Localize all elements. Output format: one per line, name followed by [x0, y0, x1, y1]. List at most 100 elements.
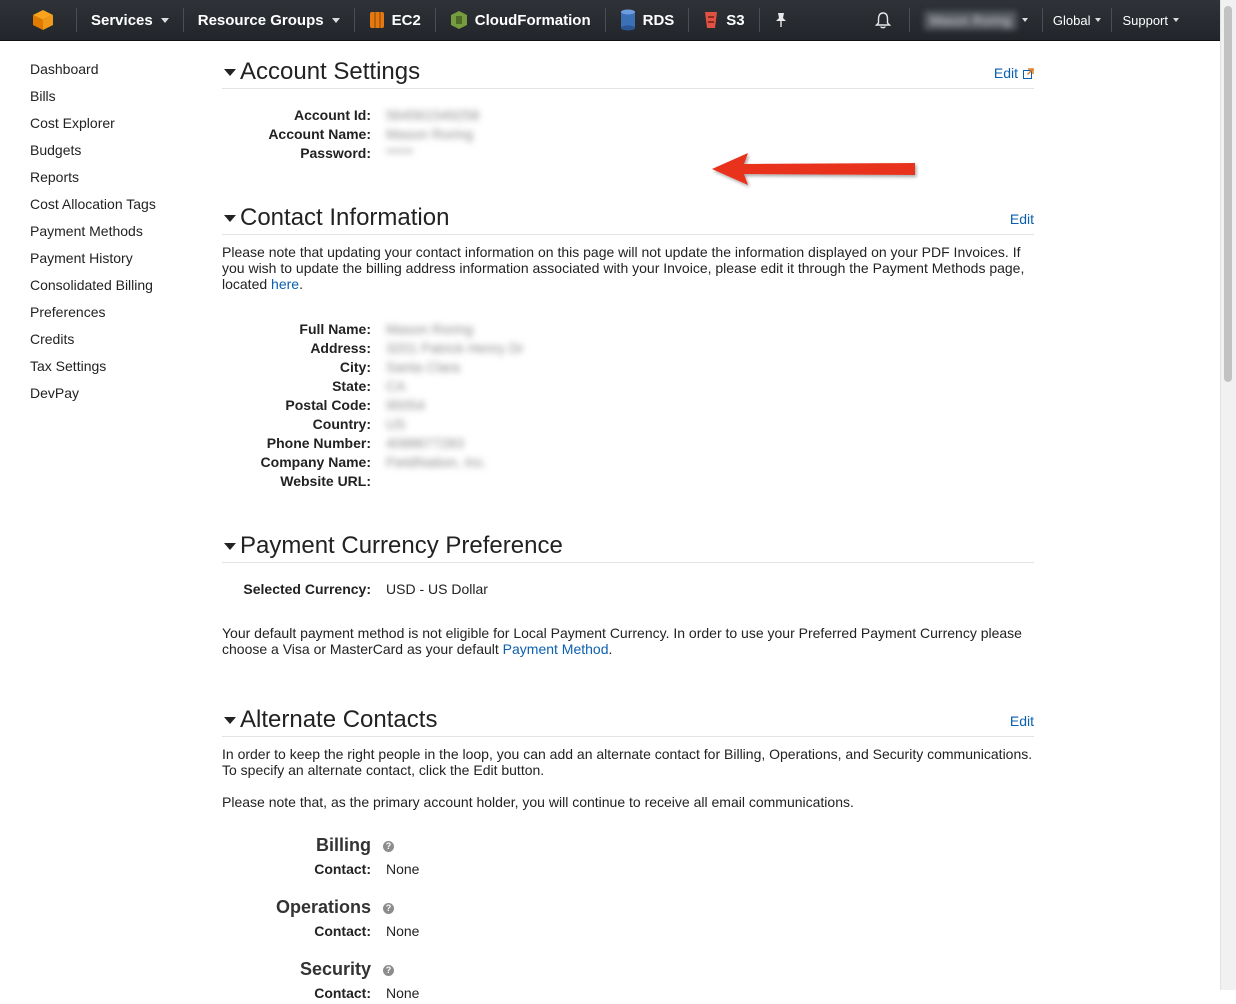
billing-sidebar: Dashboard Bills Cost Explorer Budgets Re…	[30, 58, 210, 409]
field-row: Website URL:	[222, 473, 1034, 492]
shortcut-rds[interactable]: RDS	[606, 0, 689, 40]
chevron-down-icon	[1021, 18, 1028, 22]
section-title: Contact Information	[240, 204, 450, 231]
notifications-button[interactable]	[857, 0, 909, 40]
field-label: State:	[332, 378, 371, 394]
support-menu[interactable]: Support	[1112, 0, 1221, 40]
field-row: State: CA	[222, 378, 1034, 397]
section-title: Payment Currency Preference	[240, 532, 563, 559]
security-heading: Security	[299, 959, 371, 979]
pin-shortcuts-button[interactable]	[760, 0, 802, 40]
account-id-value: 564561549258	[386, 107, 480, 123]
collapse-triangle-icon[interactable]	[224, 215, 236, 222]
collapse-triangle-icon[interactable]	[224, 717, 236, 724]
field-label: Contact:	[314, 923, 371, 939]
selected-currency-value: USD - US Dollar	[386, 581, 488, 597]
help-icon[interactable]: ?	[383, 841, 394, 852]
alternate-intro: In order to keep the right people in the…	[222, 746, 1033, 778]
field-label: Phone Number:	[266, 435, 371, 451]
full-name-value: Mason Roring	[386, 321, 474, 337]
account-menu[interactable]: Mason Roring	[910, 0, 1042, 40]
sidebar-item-consolidated-billing[interactable]: Consolidated Billing	[30, 274, 210, 301]
sidebar-item-cost-allocation-tags[interactable]: Cost Allocation Tags	[30, 193, 210, 220]
collapse-triangle-icon[interactable]	[224, 69, 236, 76]
contact-info-note: Please note that updating your contact i…	[222, 244, 1034, 292]
sidebar-item-cost-explorer[interactable]: Cost Explorer	[30, 112, 210, 139]
bell-icon	[874, 11, 891, 28]
city-value: Santa Clara	[386, 359, 460, 375]
note-end: .	[608, 641, 613, 657]
field-label: Account Name:	[268, 126, 371, 142]
field-row: Selected Currency: USD - US Dollar	[222, 581, 1034, 600]
sidebar-item-dashboard[interactable]: Dashboard	[30, 58, 210, 85]
shortcut-ec2[interactable]: EC2	[355, 0, 435, 40]
field-row: Address: 3201 Patrick Henry Dr	[222, 340, 1034, 359]
chevron-down-icon	[1095, 18, 1102, 22]
currency-note: Your default payment method is not eligi…	[222, 625, 1034, 657]
sidebar-item-bills[interactable]: Bills	[30, 85, 210, 112]
contact-information-section: Contact Information Edit Please note tha…	[222, 202, 1034, 489]
s3-label: S3	[726, 11, 745, 29]
resource-groups-label: Resource Groups	[197, 11, 324, 29]
field-label: Full Name:	[299, 321, 371, 337]
field-label: Postal Code:	[285, 397, 371, 413]
sidebar-item-reports[interactable]: Reports	[30, 166, 210, 193]
services-label: Services	[91, 11, 153, 29]
phone-number-value: 4088677283	[386, 435, 464, 451]
field-label: Password:	[300, 145, 371, 161]
field-label: Company Name:	[260, 454, 371, 470]
country-value: US	[386, 416, 406, 432]
region-menu[interactable]: Global	[1043, 0, 1112, 40]
sidebar-item-devpay[interactable]: DevPay	[30, 382, 210, 409]
field-row: Company Name: FieldNation, Inc.	[222, 454, 1034, 473]
field-row: Phone Number: 4088677283	[222, 435, 1034, 454]
billing-contact-value: None	[386, 861, 420, 877]
help-icon[interactable]: ?	[383, 903, 394, 914]
sidebar-item-payment-history[interactable]: Payment History	[30, 247, 210, 274]
edit-alternate-contacts-link[interactable]: Edit	[1010, 713, 1034, 729]
sidebar-item-tax-settings[interactable]: Tax Settings	[30, 355, 210, 382]
section-header: Payment Currency Preference	[222, 530, 1034, 563]
section-header: Account Settings Edit	[222, 56, 1034, 89]
field-label: Contact:	[314, 861, 371, 877]
resource-groups-menu[interactable]: Resource Groups	[184, 0, 354, 40]
edit-label: Edit	[993, 65, 1018, 81]
sidebar-item-payment-methods[interactable]: Payment Methods	[30, 220, 210, 247]
edit-account-settings-link[interactable]: Edit	[994, 65, 1034, 81]
top-nav: Services Resource Groups EC2 CloudFormat…	[0, 0, 1221, 41]
shortcut-s3[interactable]: S3	[689, 0, 758, 40]
chevron-down-icon	[1173, 18, 1179, 22]
field-label: Account Id:	[294, 107, 371, 123]
collapse-triangle-icon[interactable]	[224, 543, 236, 550]
edit-contact-info-link[interactable]: Edit	[1010, 211, 1034, 227]
here-link[interactable]: here	[271, 276, 299, 292]
state-value: CA	[386, 378, 406, 394]
account-name-value: Mason Roring	[386, 126, 474, 142]
operations-contact-value: None	[386, 923, 420, 939]
sidebar-item-credits[interactable]: Credits	[30, 328, 210, 355]
sidebar-item-preferences[interactable]: Preferences	[30, 301, 210, 328]
alternate-contacts-section: Alternate Contacts Edit In order to keep…	[222, 704, 1034, 1001]
help-icon[interactable]: ?	[383, 965, 394, 976]
payment-currency-section: Payment Currency Preference Selected Cur…	[222, 530, 1034, 657]
field-row: Account Id: 564561549258	[222, 107, 1034, 126]
note-text: Please note that updating your contact i…	[222, 244, 1025, 292]
note-end: .	[299, 276, 303, 292]
postal-code-value: 95054	[386, 397, 425, 413]
field-row: Account Name: Mason Roring	[222, 126, 1034, 145]
field-row: City: Santa Clara	[222, 359, 1034, 378]
billing-heading: Billing	[316, 835, 371, 855]
support-label: Support	[1122, 12, 1168, 28]
page-scrollbar[interactable]	[1220, 0, 1236, 990]
shortcut-cloudformation[interactable]: CloudFormation	[436, 0, 605, 40]
field-row: Contact: None	[222, 861, 1034, 880]
field-label: Country:	[312, 416, 371, 432]
scrollbar-thumb[interactable]	[1224, 6, 1232, 382]
alternate-note: Please note that, as the primary account…	[222, 794, 854, 810]
services-menu[interactable]: Services	[77, 0, 183, 40]
sidebar-item-budgets[interactable]: Budgets	[30, 139, 210, 166]
aws-logo[interactable]	[0, 0, 76, 40]
payment-method-link[interactable]: Payment Method	[503, 641, 609, 657]
company-name-value: FieldNation, Inc.	[386, 454, 488, 470]
nav-right: Mason Roring Global Support	[857, 0, 1221, 40]
